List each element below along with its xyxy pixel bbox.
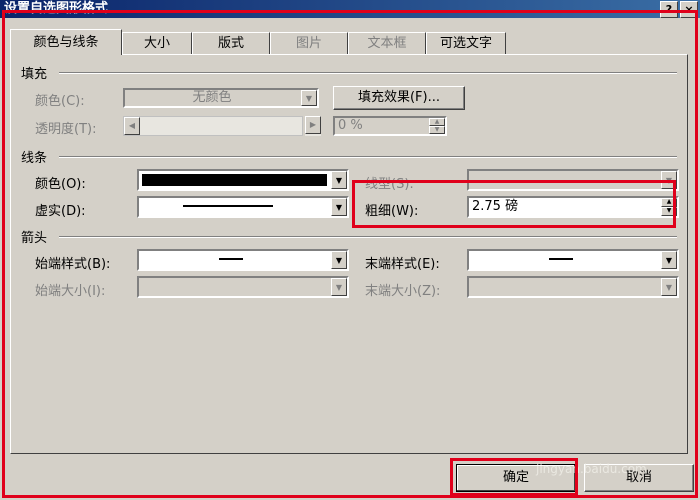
close-button[interactable]: ×: [680, 1, 698, 18]
arrows-divider: [59, 236, 677, 238]
begin-arrow-sample: [219, 258, 243, 260]
end-arrow-sample: [549, 258, 573, 260]
chevron-left-icon: ◀: [124, 117, 140, 135]
chevron-down-icon[interactable]: ▼: [331, 171, 347, 189]
fill-color-value: 无颜色: [192, 90, 232, 105]
end-style-label: 末端样式(E):: [365, 257, 440, 272]
dash-combo[interactable]: ▼: [137, 196, 349, 218]
line-section-label: 线条: [21, 151, 48, 166]
fill-color-label: 颜色(C):: [35, 94, 85, 109]
spin-down-icon: ▼: [429, 126, 445, 134]
fill-section-label: 填充: [21, 67, 48, 82]
dialog-title: 设置自选图形格式: [4, 1, 109, 16]
begin-style-combo[interactable]: ▼: [137, 249, 349, 271]
chevron-down-icon: ▼: [661, 278, 677, 296]
spin-down-icon[interactable]: ▼: [661, 207, 677, 216]
transparency-slider-right: ▶: [305, 116, 321, 136]
chevron-right-icon: ▶: [305, 116, 321, 134]
transparency-label: 透明度(T):: [35, 122, 97, 137]
end-style-combo[interactable]: ▼: [467, 249, 679, 271]
tab-layout[interactable]: 版式: [192, 32, 270, 54]
spin-up-icon: ▲: [429, 118, 445, 126]
tab-panel: 填充 颜色(C): 无颜色 ▼ 填充效果(F)... 透明度(T): ◀ ▶ 0…: [10, 54, 688, 454]
tab-picture: 图片: [270, 32, 348, 54]
line-color-label: 颜色(O):: [35, 177, 86, 192]
end-size-label: 末端大小(Z):: [365, 284, 441, 299]
chevron-down-icon: ▼: [331, 278, 347, 296]
watermark-text: jingyan.baidu.com: [536, 462, 647, 476]
chevron-down-icon[interactable]: ▼: [331, 251, 347, 269]
fill-effects-button[interactable]: 填充效果(F)...: [333, 86, 465, 110]
weight-spinner[interactable]: 2.75 磅 ▲ ▼: [467, 196, 679, 218]
weight-value[interactable]: 2.75 磅: [472, 198, 518, 216]
line-divider: [59, 156, 677, 158]
solid-line-sample: [183, 205, 273, 207]
tab-alt-text[interactable]: 可选文字: [426, 32, 506, 54]
begin-size-label: 始端大小(I):: [35, 284, 106, 299]
line-color-swatch: [142, 174, 327, 186]
help-button[interactable]: ?: [660, 1, 678, 18]
tab-size[interactable]: 大小: [122, 32, 192, 54]
tab-textbox: 文本框: [348, 32, 426, 54]
chevron-down-icon: ▼: [301, 90, 317, 106]
line-style-combo: ▼: [467, 169, 679, 191]
transparency-spinner: 0 % ▲ ▼: [333, 116, 447, 136]
dash-label: 虚实(D):: [35, 204, 86, 219]
spin-up-icon[interactable]: ▲: [661, 198, 677, 207]
begin-size-combo: ▼: [137, 276, 349, 298]
tab-color-lines[interactable]: 颜色与线条: [10, 29, 122, 55]
fill-color-combo: 无颜色 ▼: [123, 88, 319, 108]
fill-divider: [59, 72, 677, 74]
end-size-combo: ▼: [467, 276, 679, 298]
chevron-down-icon[interactable]: ▼: [661, 251, 677, 269]
line-style-label: 线型(S):: [365, 177, 414, 192]
chevron-down-icon: ▼: [661, 171, 677, 189]
transparency-slider: ◀: [123, 116, 303, 136]
arrows-section-label: 箭头: [21, 231, 48, 246]
transparency-value: 0 %: [338, 118, 363, 133]
weight-label: 粗细(W):: [365, 204, 419, 219]
line-color-combo[interactable]: ▼: [137, 169, 349, 191]
title-bar: 设置自选图形格式 ? ×: [0, 0, 700, 18]
begin-style-label: 始端样式(B):: [35, 257, 111, 272]
chevron-down-icon[interactable]: ▼: [331, 198, 347, 216]
